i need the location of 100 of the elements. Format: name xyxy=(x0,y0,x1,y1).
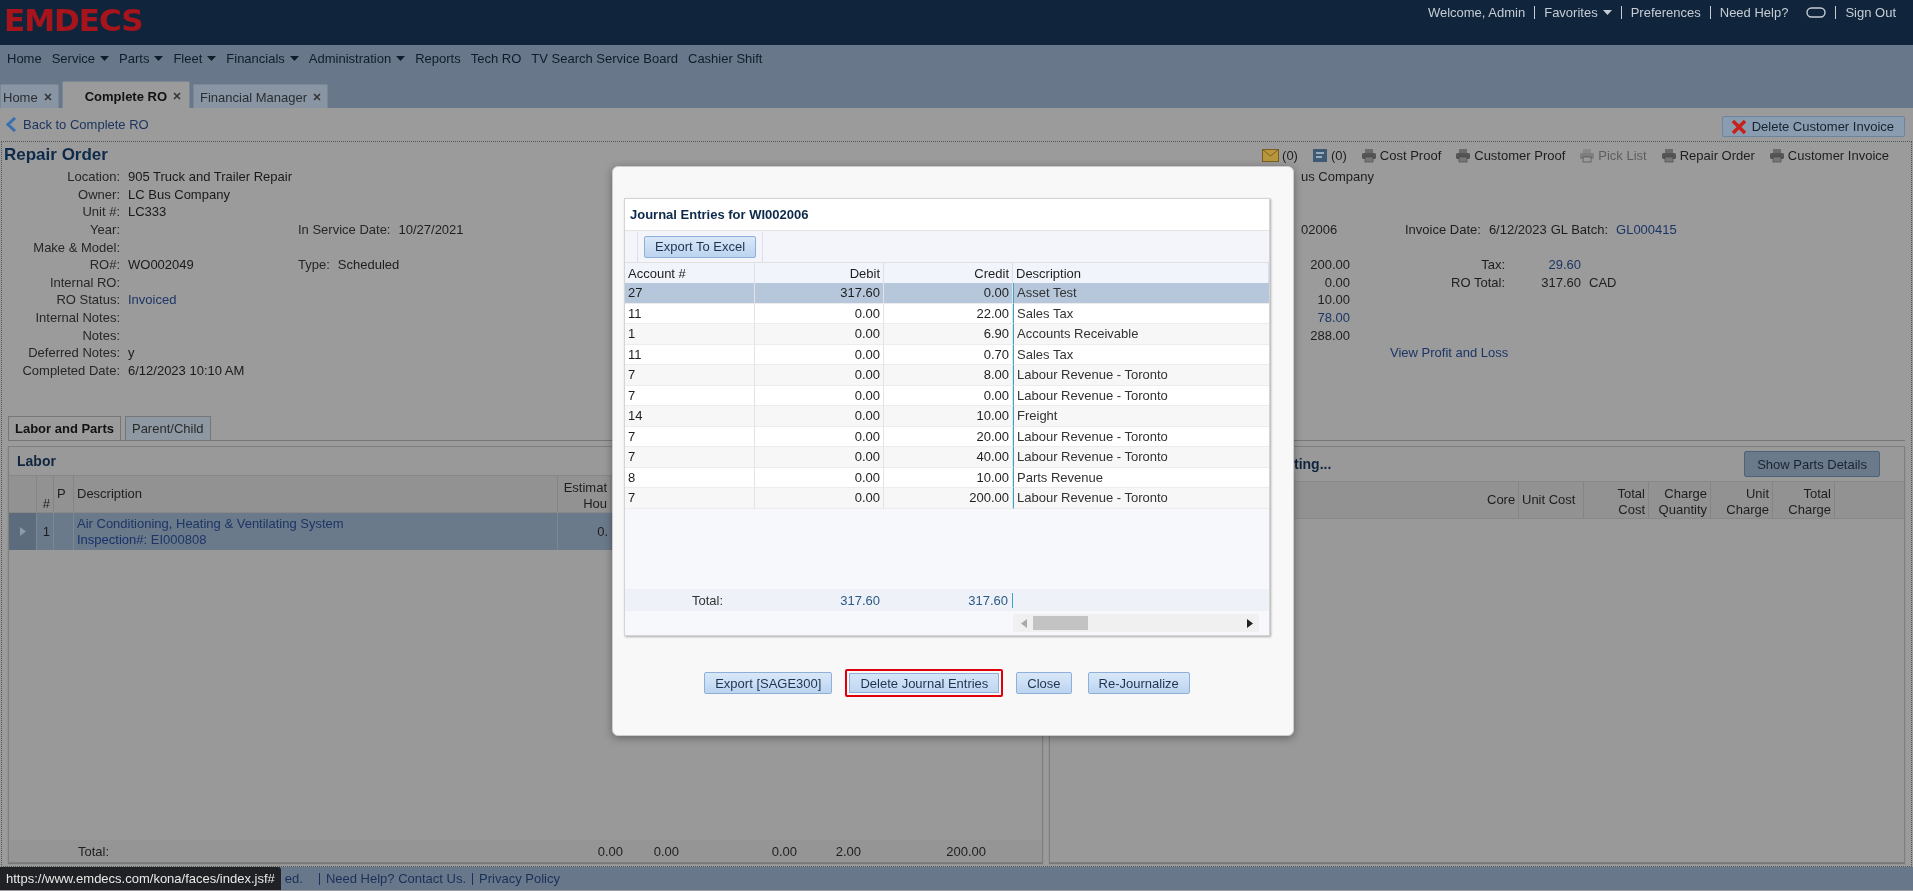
inspection-link[interactable]: EI000808 xyxy=(150,531,207,547)
table-cell: Sales Tax xyxy=(1013,303,1269,324)
field-label: Inspection#: xyxy=(77,531,148,547)
field-value: LC333 xyxy=(128,204,167,220)
table-cell: 0.00 xyxy=(755,447,884,468)
caret-icon xyxy=(289,56,299,61)
horizontal-scrollbar[interactable] xyxy=(1013,614,1259,632)
menu-item[interactable]: Service xyxy=(46,49,115,68)
table-cell: 7 xyxy=(625,385,755,406)
field-label: RO#: xyxy=(88,257,120,273)
caret-icon xyxy=(1602,10,1612,15)
tab[interactable]: Labor and Parts xyxy=(8,416,121,440)
tab[interactable]: Complete RO xyxy=(61,81,191,108)
favorites-menu[interactable]: Favorites xyxy=(1535,5,1621,20)
header-link[interactable]: Need Help? xyxy=(1710,5,1798,20)
hours-value: 0. xyxy=(597,524,608,539)
table-cell: 7 xyxy=(625,365,755,386)
panel-title: ting... xyxy=(1294,456,1332,472)
tab[interactable]: Parent/Child xyxy=(124,416,211,440)
menu-item[interactable]: Parts xyxy=(114,49,169,68)
table-cell: Labour Revenue - Toronto xyxy=(1013,365,1269,386)
panel-title: Labor xyxy=(17,453,56,469)
field-label: Owner: xyxy=(77,186,120,202)
toolbar-link[interactable]: Cost Proof xyxy=(1360,147,1442,163)
field-value: 905 Truck and Trailer Repair xyxy=(128,169,293,185)
field-value: 6/12/2023 10:10 AM xyxy=(128,362,245,378)
chat-icon[interactable] xyxy=(1806,7,1827,18)
column-header: Unit Charge xyxy=(1711,482,1773,518)
show-parts-details-button[interactable]: Show Parts Details xyxy=(1744,451,1880,477)
back-link[interactable]: Back to Complete RO xyxy=(6,117,149,132)
field-label: Internal Notes: xyxy=(34,310,120,326)
menu-item[interactable]: Administration xyxy=(303,49,411,68)
column-header: Estimat Hou xyxy=(558,476,611,512)
menu-item[interactable]: Tech RO xyxy=(465,49,527,68)
field-label: GL Batch: xyxy=(1550,222,1609,238)
ro-total-value: 317.60 xyxy=(1540,274,1581,290)
footer-link[interactable]: Need Help? Contact Us. xyxy=(319,871,473,886)
caret-icon xyxy=(396,56,406,61)
column-header: P xyxy=(54,476,74,512)
header-link[interactable]: Preferences xyxy=(1621,5,1710,20)
amount-value: 200.00 xyxy=(1309,257,1350,273)
close-icon[interactable] xyxy=(313,93,321,101)
footer-link[interactable]: Privacy Policy xyxy=(473,871,566,886)
field-label: Year: xyxy=(89,222,120,238)
close-icon[interactable] xyxy=(43,93,52,101)
table-cell: Labour Revenue - Toronto xyxy=(1013,488,1269,509)
header-link[interactable]: Sign Out xyxy=(1836,5,1905,20)
table-cell: 14 xyxy=(625,406,755,427)
amount-value: 0.00 xyxy=(1323,274,1350,290)
field-label: RO Total: xyxy=(1450,274,1505,290)
amount-value[interactable]: 78.00 xyxy=(1301,310,1350,326)
field-label: Make & Model: xyxy=(32,239,120,255)
menu-item[interactable]: TV Search Service Board xyxy=(526,49,683,68)
dialog-button[interactable]: Export [SAGE300] xyxy=(704,672,833,694)
export-to-excel-button[interactable]: Export To Excel xyxy=(644,235,757,258)
field-label: Location: xyxy=(66,169,120,185)
column-header: Credit xyxy=(884,263,1013,283)
toolbar-link[interactable]: (0) xyxy=(1311,147,1347,163)
profit-and-loss-link[interactable]: View Profit and Loss xyxy=(1390,345,1509,361)
column-header: Total Charge xyxy=(1773,482,1835,518)
table-cell: 317.60 xyxy=(755,283,884,304)
delete-customer-invoice-button[interactable]: Delete Customer Invoice xyxy=(1721,116,1905,137)
menu-item[interactable]: Fleet xyxy=(168,49,222,68)
delete-x-icon xyxy=(1730,118,1747,135)
menu-item[interactable]: Home xyxy=(2,49,47,68)
table-cell: 27 xyxy=(625,283,755,304)
dialog-button[interactable]: Delete Journal Entries xyxy=(845,669,1004,697)
table-cell: Parts Revenue xyxy=(1013,467,1269,488)
dialog-button[interactable]: Re-Journalize xyxy=(1087,672,1190,694)
table-cell: 10.00 xyxy=(884,406,1013,427)
table-cell: 0.00 xyxy=(755,406,884,427)
owner-value: us Company xyxy=(1301,169,1374,185)
menu-item[interactable]: Cashier Shift xyxy=(683,49,768,68)
scroll-right-icon[interactable] xyxy=(1247,618,1253,628)
tab[interactable]: Home xyxy=(0,84,59,108)
toolbar-link[interactable]: Repair Order xyxy=(1660,147,1755,163)
envelope-icon[interactable] xyxy=(1262,148,1280,162)
total-value: 0.00 xyxy=(770,843,797,859)
document-icon[interactable] xyxy=(1311,147,1328,163)
dialog-button[interactable]: Close xyxy=(1016,672,1072,694)
table-cell: 11 xyxy=(625,303,755,324)
column-header: Charge Quantity xyxy=(1649,482,1711,518)
table-cell: 0.00 xyxy=(755,365,884,386)
menu-item[interactable]: Financials xyxy=(221,49,304,68)
column-header: Description xyxy=(74,476,558,512)
caret-icon xyxy=(100,56,110,61)
toolbar-link[interactable]: (0) xyxy=(1262,147,1298,163)
toolbar-link[interactable]: Customer Invoice xyxy=(1768,147,1889,163)
toolbar-link[interactable]: Customer Proof xyxy=(1455,147,1566,163)
tab[interactable]: Financial Manager xyxy=(193,84,328,108)
caret-icon xyxy=(154,56,164,61)
menu-item[interactable]: Reports xyxy=(410,49,466,68)
labor-description-link[interactable]: Air Conditioning, Heating & Ventilating System xyxy=(77,515,554,532)
column-header: Core xyxy=(1484,482,1519,518)
field-label: Invoice Date: xyxy=(1405,222,1481,238)
field-value[interactable]: Invoiced xyxy=(128,292,177,308)
gl-batch-link[interactable]: GL000415 xyxy=(1616,222,1677,238)
close-icon[interactable] xyxy=(173,92,182,100)
total-label: Total: xyxy=(77,843,111,859)
table-cell: 0.00 xyxy=(884,283,1013,304)
